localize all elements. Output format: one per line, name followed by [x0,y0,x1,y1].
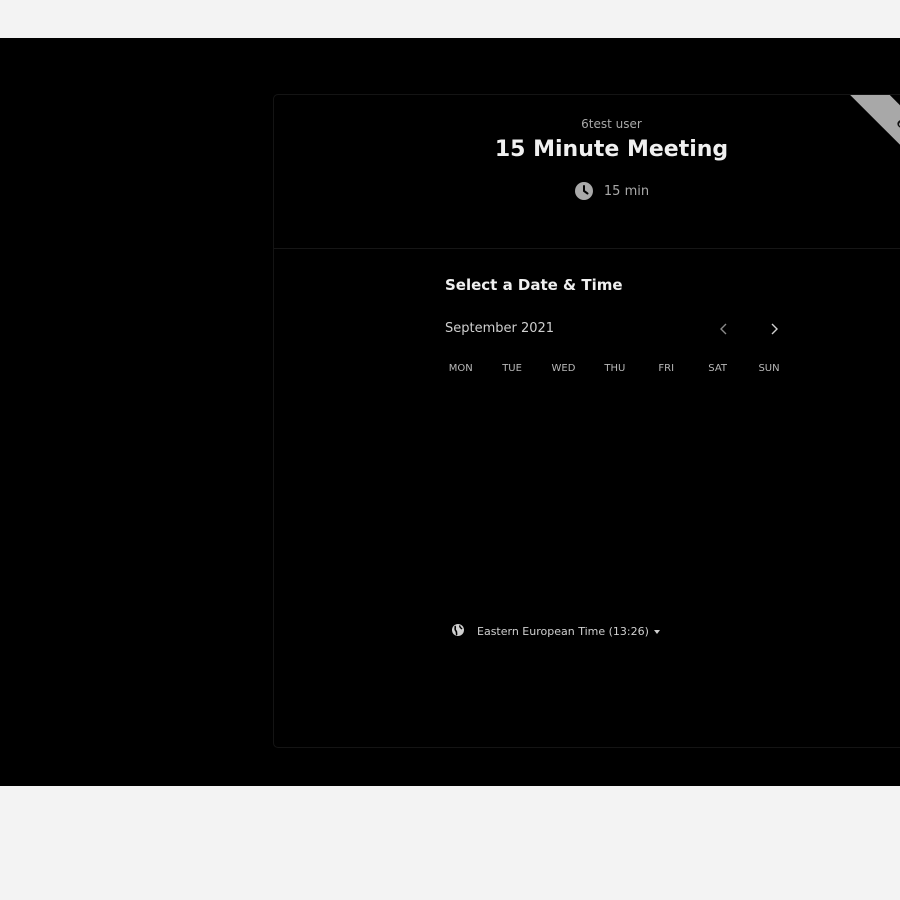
event-details-header: 6test user 15 Minute Meeting 15 min [274,95,900,249]
corner-ribbon-badge[interactable]: Ca [824,95,900,205]
booking-page: 6test user 15 Minute Meeting 15 min Ca S… [0,38,900,786]
weekday-header-row: MON TUE WED THU FRI SAT SUN [435,363,795,374]
next-month-button[interactable] [762,317,786,341]
caret-down-icon [653,629,660,634]
host-name: 6test user [581,117,642,131]
booking-card: 6test user 15 Minute Meeting 15 min Ca S… [273,94,900,748]
weekday-wed: WED [551,363,576,374]
weekday-thu: THU [604,363,626,374]
weekday-fri: FRI [658,363,675,374]
event-title: 15 Minute Meeting [494,137,729,162]
weekday-sun: SUN [758,363,780,374]
chevron-right-icon [769,320,779,339]
globe-icon [451,622,465,641]
clock-icon [574,181,594,201]
timezone-selector[interactable]: Eastern European Time (13:26) [451,622,660,641]
ribbon-label: Ca [835,95,900,194]
weekday-mon: MON [448,363,473,374]
chevron-left-icon [719,320,729,339]
weekday-tue: TUE [502,363,522,374]
select-date-time-heading: Select a Date & Time [445,276,623,294]
event-duration: 15 min [274,181,900,201]
duration-label: 15 min [603,183,650,199]
previous-month-button[interactable] [712,317,736,341]
month-label: September 2021 [445,321,555,336]
timezone-label: Eastern European Time (13:26) [477,625,649,638]
weekday-sat: SAT [708,363,727,374]
